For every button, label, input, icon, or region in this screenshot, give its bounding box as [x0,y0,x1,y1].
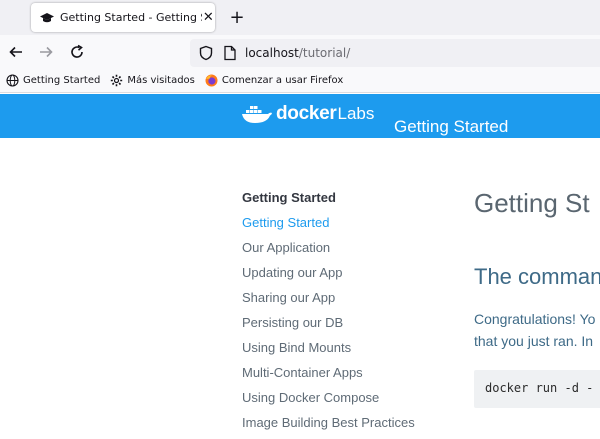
gear-icon [110,74,123,87]
site-title[interactable]: Getting Started [394,117,508,137]
tab-title: Getting Started - Getting Started [60,11,202,24]
sidebar-item-persisting-our-db[interactable]: Persisting our DB [242,314,452,339]
forward-arrow-icon [40,46,53,58]
back-arrow-icon [9,46,22,58]
intro-paragraph: Congratulations! Yo that you just ran. I… [474,308,595,352]
forward-button[interactable] [35,41,57,63]
sidebar-item-using-docker-compose[interactable]: Using Docker Compose [242,389,452,414]
site-header: docker Labs [0,94,600,138]
url-path: /tutorial/ [298,46,351,60]
main-content: Getting St The comman Congratulations! Y… [474,180,600,428]
page-icon[interactable] [223,45,237,61]
paragraph-line: that you just ran. In [474,333,594,349]
back-button[interactable] [5,41,27,63]
sidebar-item-getting-started[interactable]: Getting Started [242,214,452,239]
code-block[interactable]: docker run -d - [474,370,600,408]
logo-labs-text: Labs [337,104,375,123]
address-bar[interactable]: localhost/tutorial/ [190,39,600,67]
new-tab-button[interactable]: + [226,6,248,28]
bookmark-label: Getting Started [23,75,101,86]
url-text[interactable]: localhost/tutorial/ [245,46,350,60]
docker-whale-icon [242,106,272,123]
sidebar-item-image-building-best-practices[interactable]: Image Building Best Practices [242,414,452,439]
bookmark-getting-started[interactable]: Getting Started [6,74,100,87]
page-title: Getting St [474,188,590,218]
bookmark-mas-visitados[interactable]: Más visitados [110,74,195,87]
sidebar-item-sharing-our-app[interactable]: Sharing our App [242,289,452,314]
firefox-icon [205,74,218,87]
url-host: localhost [245,46,299,60]
bookmark-label: Comenzar a usar Firefox [221,75,344,86]
close-tab-icon[interactable]: ✕ [202,10,215,25]
globe-icon [6,74,19,87]
sidebar-item-multi-container-apps[interactable]: Multi-Container Apps [242,364,452,389]
logo-docker-text: docker [276,103,337,124]
browser-tab[interactable]: Getting Started - Getting Started ✕ [31,3,215,32]
sidebar-item-our-application[interactable]: Our Application [242,239,452,264]
bookmark-comenzar-firefox[interactable]: Comenzar a usar Firefox [205,74,343,87]
paragraph-line: Congratulations! Yo [474,311,596,327]
tab-strip: Getting Started - Getting Started ✕ + [0,0,600,35]
reload-button[interactable] [66,41,88,63]
bookmark-label: Más visitados [127,75,195,86]
sidebar-item-updating-our-app[interactable]: Updating our App [242,264,452,289]
sidebar-heading: Getting Started [242,190,336,205]
graduation-cap-icon [39,10,55,26]
shield-icon[interactable] [198,45,214,61]
section-heading: The comman [474,264,600,289]
reload-icon [71,44,83,58]
bookmarks-toolbar: Getting Started Más visitados Comenzar a… [0,69,600,93]
docker-labs-logo[interactable]: docker Labs [241,103,374,125]
navigation-toolbar: localhost/tutorial/ [0,35,600,69]
sidebar-item-using-bind-mounts[interactable]: Using Bind Mounts [242,339,452,364]
sidebar-nav: Getting Started Getting Started Our Appl… [242,189,452,439]
